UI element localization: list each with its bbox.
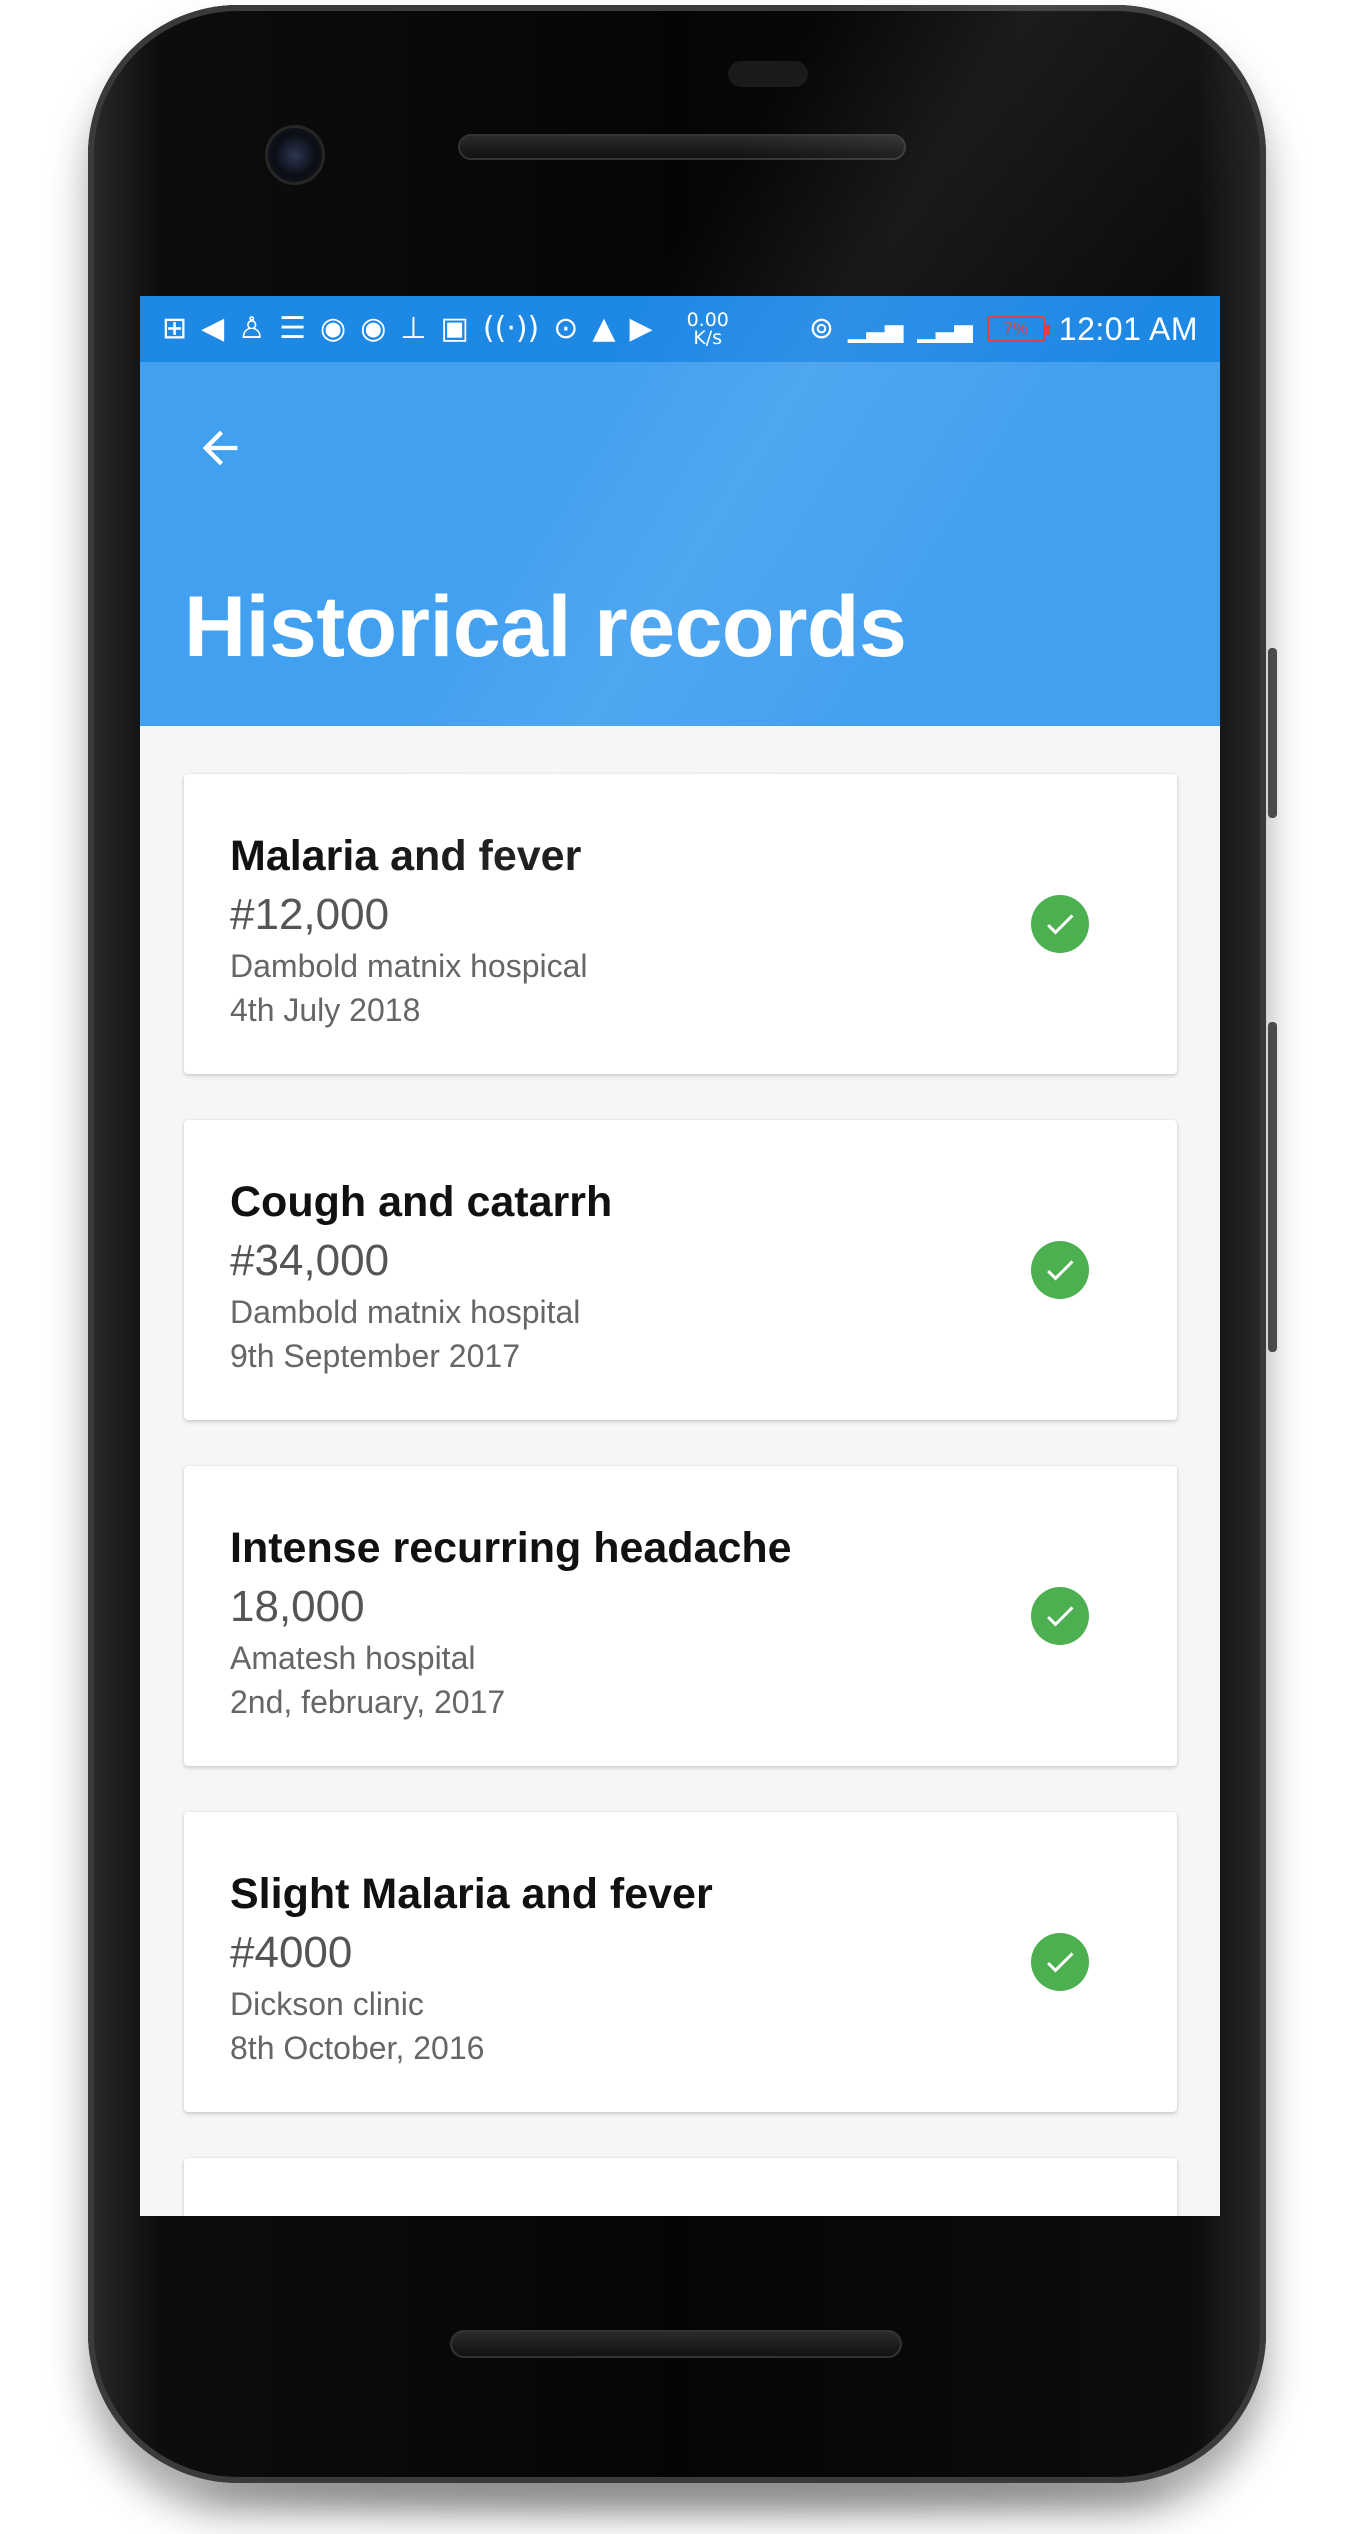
image-icon: ▣ — [440, 311, 469, 346]
record-amount: #4000 — [230, 1928, 353, 1977]
proximity-sensor — [728, 61, 808, 87]
check-circle-icon — [1031, 1241, 1089, 1299]
record-amount: 18,000 — [230, 1582, 365, 1631]
record-hospital: Dickson clinic — [230, 1986, 424, 2022]
record-title: Slight Malaria and fever — [230, 1870, 713, 1918]
record-amount: #12,000 — [230, 890, 390, 939]
status-bar: ⊞ ◀ ♙ ☰ ◉ ◉ ⊥ ▣ ((·)) ⊙ ▲ ▶ 0.00 K/s ⊚ ▁… — [140, 296, 1220, 362]
status-right: ⊚ ▁▃▅ ▁▃▅ 7% 12:01 AM — [809, 311, 1198, 348]
record-hospital: Dambold matnix hospical — [230, 948, 588, 984]
record-date: 2nd, february, 2017 — [230, 1684, 506, 1720]
battery-icon: 7% — [986, 316, 1050, 342]
signal-icon: ▁▃▅ — [917, 315, 973, 343]
record-card[interactable]: Intense recurring headache 18,000 Amates… — [184, 1466, 1177, 1766]
record-card[interactable]: Cough and catarrh #34,000 Dambold matnix… — [184, 1120, 1177, 1420]
telegram-icon: ◉ — [360, 311, 387, 346]
message-icon: ☰ — [279, 311, 307, 346]
top-speaker — [458, 134, 906, 160]
check-circle-icon — [1031, 1933, 1089, 1991]
record-date: 4th July 2018 — [230, 992, 421, 1028]
record-card[interactable]: Malaria and fever #12,000 Dambold matnix… — [184, 774, 1177, 1074]
telegram-icon: ◀ — [201, 311, 225, 346]
signal-icon: ▁▃▅ — [848, 315, 904, 343]
notification-icons: ⊞ ◀ ♙ ☰ ◉ ◉ ⊥ ▣ ((·)) ⊙ ▲ ▶ — [162, 314, 653, 344]
bottom-speaker — [450, 2330, 902, 2358]
broadcast-icon: ((·)) — [482, 311, 540, 346]
record-title: Cough and catarrh — [230, 1178, 613, 1226]
back-button[interactable] — [184, 412, 256, 484]
screen: ⊞ ◀ ♙ ☰ ◉ ◉ ⊥ ▣ ((·)) ⊙ ▲ ▶ 0.00 K/s ⊚ ▁… — [140, 296, 1220, 2216]
warning-icon: ▲ — [592, 311, 616, 346]
telegram-icon: ◉ — [320, 311, 347, 346]
check-circle-icon — [1031, 1587, 1089, 1645]
page-title: Historical records — [184, 579, 907, 675]
chat-bubble-icon: ⊙ — [553, 311, 579, 346]
record-card-partial[interactable] — [184, 2158, 1177, 2216]
records-list: Malaria and fever #12,000 Dambold matnix… — [184, 774, 1177, 2216]
record-title: Malaria and fever — [230, 832, 582, 880]
youtube-icon: ▶ — [629, 311, 653, 346]
record-title: Intense recurring headache — [230, 1524, 792, 1572]
record-amount: #34,000 — [230, 1236, 390, 1285]
arrow-back-icon — [202, 430, 238, 466]
record-date: 9th September 2017 — [230, 1338, 520, 1374]
record-hospital: Amatesh hospital — [230, 1640, 476, 1676]
record-date: 8th October, 2016 — [230, 2030, 485, 2066]
network-speed-unit: K/s — [693, 327, 723, 349]
network-speed: 0.00 K/s — [687, 311, 729, 349]
record-card[interactable]: Slight Malaria and fever #4000 Dickson c… — [184, 1812, 1177, 2112]
broom-icon: ⊥ — [400, 311, 427, 346]
front-camera — [265, 125, 325, 185]
status-time: 12:01 AM — [1058, 310, 1198, 347]
record-hospital: Dambold matnix hospital — [230, 1294, 581, 1330]
hotspot-icon: ⊚ — [808, 311, 835, 346]
power-button — [1268, 648, 1277, 818]
check-circle-icon — [1031, 895, 1089, 953]
shirt-icon: ♙ — [238, 311, 266, 346]
app-bar: Historical records — [140, 362, 1220, 726]
add-box-icon: ⊞ — [162, 311, 188, 346]
volume-button — [1268, 1022, 1277, 1352]
